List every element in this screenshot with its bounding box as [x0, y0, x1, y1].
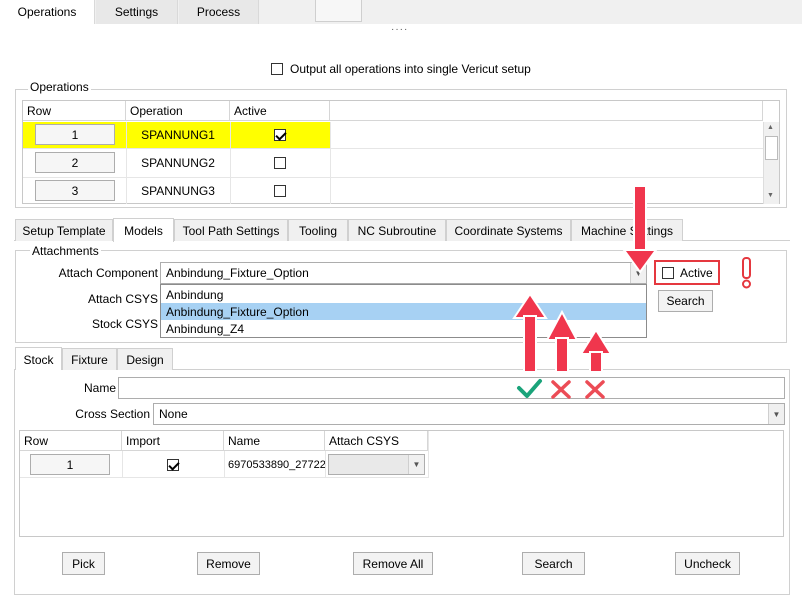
tab-coordinate-systems[interactable]: Coordinate Systems [446, 219, 571, 241]
name-input[interactable] [118, 377, 785, 399]
remove-button[interactable]: Remove [197, 552, 260, 575]
col-header-name[interactable]: Name [224, 431, 325, 451]
operation-name: SPANNUNG3 [141, 184, 215, 198]
operation-name: SPANNUNG2 [141, 156, 215, 170]
active-attachment-label: Active [680, 265, 713, 280]
attach-csys-label: Attach CSYS [87, 292, 158, 306]
top-tab-bar: Operations Settings Process [0, 0, 802, 24]
tab-fixture[interactable]: Fixture [62, 348, 117, 370]
tab-settings[interactable]: Settings [96, 0, 178, 24]
attach-component-value: Anbindung_Fixture_Option [166, 266, 309, 280]
attach-search-button[interactable]: Search [658, 290, 713, 312]
tab-stock[interactable]: Stock [15, 347, 62, 371]
tab-operations[interactable]: Operations [0, 0, 95, 24]
col-header-active[interactable]: Active [230, 101, 330, 121]
import-checkbox[interactable] [167, 458, 179, 471]
name-label: Name [83, 381, 116, 395]
chevron-down-icon[interactable]: ▼ [630, 263, 646, 283]
col-header-row[interactable]: Row [20, 431, 122, 451]
collapse-handle[interactable] [315, 0, 362, 22]
output-all-option[interactable]: Output all operations into single Vericu… [271, 62, 531, 76]
active-checkbox[interactable] [274, 185, 286, 197]
vertical-scrollbar[interactable]: ▲ ▼ [763, 122, 779, 204]
output-all-checkbox[interactable] [271, 63, 283, 75]
col-header-filler [330, 101, 763, 121]
tab-process[interactable]: Process [179, 0, 259, 24]
col-header-attach-csys[interactable]: Attach CSYS [325, 431, 428, 451]
attach-component-dropdown: Anbindung Anbindung_Fixture_Option Anbin… [160, 284, 647, 338]
operations-group-title: Operations [28, 80, 91, 94]
chevron-down-icon[interactable]: ▼ [408, 455, 424, 474]
remove-all-button[interactable]: Remove All [353, 552, 433, 575]
cross-section-select[interactable]: None ▼ [153, 403, 785, 425]
scroll-up-icon[interactable]: ▲ [767, 124, 774, 131]
pick-button[interactable]: Pick [62, 552, 105, 575]
scroll-thumb[interactable] [765, 136, 778, 160]
attach-component-label: Attach Component [58, 266, 158, 280]
attach-component-select[interactable]: Anbindung_Fixture_Option ▼ [160, 262, 647, 284]
row-number-button[interactable]: 1 [30, 454, 110, 475]
tab-models[interactable]: Models [113, 218, 174, 242]
col-header-operation[interactable]: Operation [126, 101, 230, 121]
attach-csys-select[interactable]: ▼ [328, 454, 425, 475]
active-attachment-checkbox[interactable] [662, 266, 674, 279]
tab-setup-template[interactable]: Setup Template [15, 219, 113, 241]
splitter-grip[interactable]: ···· [391, 24, 408, 35]
cross-section-label: Cross Section [75, 407, 150, 421]
stock-table: Row Import Name Attach CSYS 1 6970533890… [19, 430, 784, 537]
tab-tooling[interactable]: Tooling [288, 219, 348, 241]
tab-machine-settings[interactable]: Machine Settings [571, 219, 683, 241]
dropdown-option[interactable]: Anbindung_Fixture_Option [161, 303, 646, 320]
cross-section-value: None [159, 407, 188, 421]
uncheck-button[interactable]: Uncheck [675, 552, 740, 575]
operations-table: Row Operation Active 1 SPANNUNG1 2 SPANN… [22, 100, 780, 204]
col-header-row[interactable]: Row [23, 101, 126, 121]
row-number-button[interactable]: 2 [35, 152, 115, 173]
attachments-group-title: Attachments [30, 244, 101, 258]
active-checkbox[interactable] [274, 157, 286, 169]
stock-csys-label: Stock CSYS [91, 317, 158, 331]
tab-nc-subroutine[interactable]: NC Subroutine [348, 219, 446, 241]
col-header-import[interactable]: Import [122, 431, 224, 451]
chevron-down-icon[interactable]: ▼ [768, 404, 784, 424]
active-option[interactable]: Active [654, 260, 720, 285]
dropdown-option[interactable]: Anbindung_Z4 [161, 320, 646, 337]
row-number-button[interactable]: 3 [35, 180, 115, 201]
tab-tool-path-settings[interactable]: Tool Path Settings [174, 219, 288, 241]
stock-name-cell: 6970533890_27722 [228, 458, 325, 471]
tab-design[interactable]: Design [117, 348, 173, 370]
row-number-button[interactable]: 1 [35, 124, 115, 145]
operation-name: SPANNUNG1 [141, 128, 215, 142]
search-button[interactable]: Search [522, 552, 585, 575]
output-all-label: Output all operations into single Vericu… [290, 62, 531, 76]
scroll-down-icon[interactable]: ▼ [767, 192, 774, 199]
active-checkbox[interactable] [274, 129, 286, 141]
dropdown-option[interactable]: Anbindung [161, 286, 646, 303]
